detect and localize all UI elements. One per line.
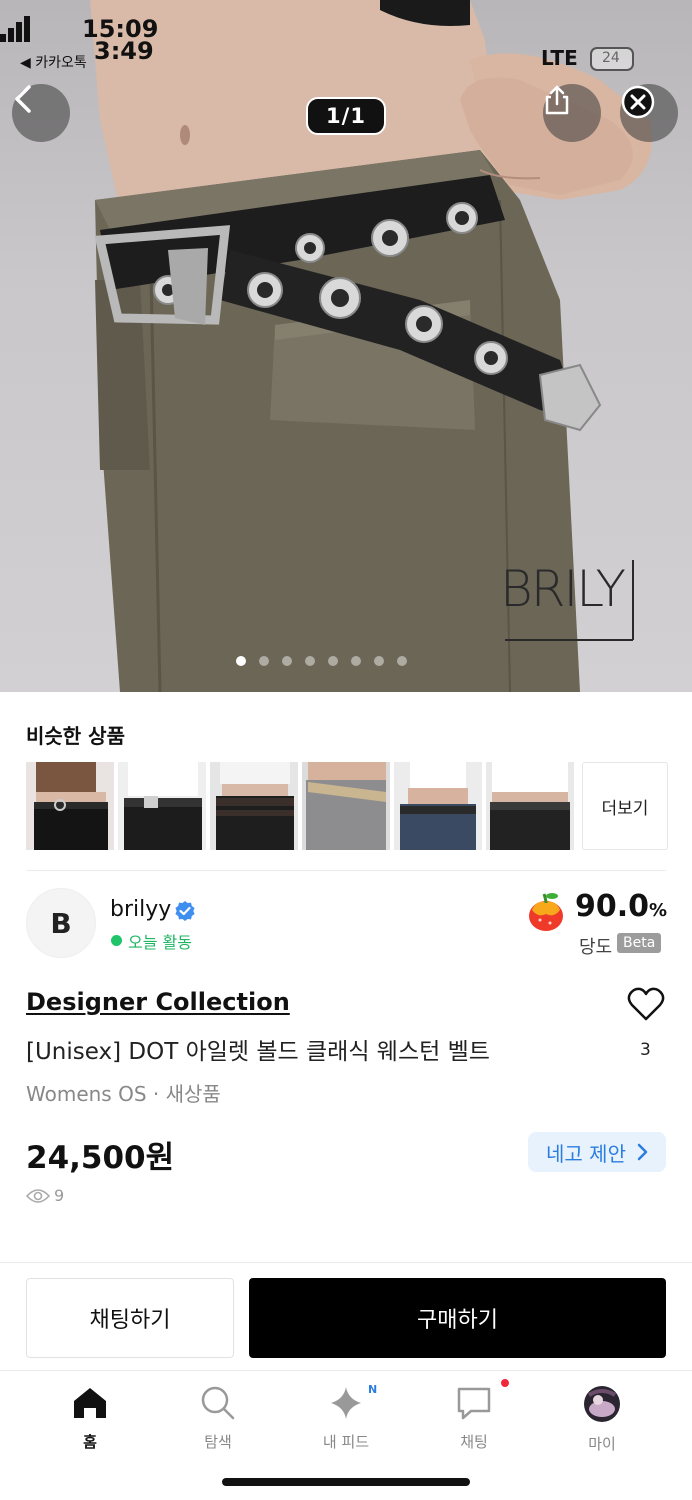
tab-label: 채팅 xyxy=(460,1433,488,1451)
tab-chat[interactable]: 채팅 xyxy=(434,1379,514,1452)
similar-product-thumb[interactable] xyxy=(26,762,114,850)
eye-icon xyxy=(26,1188,50,1203)
tab-search[interactable]: 탐색 xyxy=(178,1385,258,1452)
page-dot xyxy=(328,656,338,666)
similar-product-image xyxy=(210,762,298,850)
page-dot xyxy=(351,656,361,666)
tab-label: 마이 xyxy=(588,1435,616,1453)
sweetness-fruit-icon xyxy=(529,893,563,931)
signal-icon xyxy=(0,16,30,42)
tab-label: 탐색 xyxy=(204,1433,232,1451)
share-button[interactable] xyxy=(543,84,601,142)
chat-button[interactable]: 채팅하기 xyxy=(26,1278,234,1358)
section-divider xyxy=(26,870,666,871)
back-button[interactable] xyxy=(12,84,70,142)
price-offer-button[interactable]: 네고 제안 xyxy=(528,1132,666,1172)
brand-watermark: BRILY xyxy=(500,560,626,618)
seller-name[interactable]: brilyy xyxy=(110,897,171,922)
buy-button[interactable]: 구매하기 xyxy=(249,1278,666,1358)
sweetness-score-unit: % xyxy=(649,900,668,921)
battery-level: 24 xyxy=(602,50,620,66)
product-price: 24,500원 xyxy=(26,1140,175,1176)
tab-feed[interactable]: N 내 피드 xyxy=(306,1383,386,1452)
tab-label: 홈 xyxy=(83,1433,97,1451)
section-divider xyxy=(0,1262,692,1263)
similar-product-image xyxy=(26,762,114,850)
similar-product-thumb[interactable] xyxy=(394,762,482,850)
new-badge: N xyxy=(368,1383,378,1396)
chevron-left-icon xyxy=(15,85,31,113)
verified-badge-icon xyxy=(175,901,195,921)
image-counter: 1/1 xyxy=(306,97,386,135)
similar-product-image xyxy=(394,762,482,850)
battery-icon: 24 xyxy=(590,47,634,71)
sweetness-score-value: 90.0 xyxy=(575,889,650,924)
like-heart-icon[interactable] xyxy=(626,986,666,1022)
seller-activity-status: 오늘 활동 xyxy=(128,933,192,952)
seller-avatar[interactable]: B xyxy=(26,888,96,958)
similar-product-image xyxy=(118,762,206,850)
similar-product-image xyxy=(486,762,574,850)
back-to-app-link[interactable]: ◀ 카카오톡 xyxy=(20,52,87,72)
close-button[interactable] xyxy=(620,84,678,142)
view-count-value: 9 xyxy=(54,1186,65,1205)
profile-avatar-icon xyxy=(584,1386,620,1422)
page-dot xyxy=(305,656,315,666)
beta-badge: Beta xyxy=(617,933,662,953)
tab-my[interactable]: 마이 xyxy=(562,1385,642,1454)
similar-products-list: 더보기 xyxy=(26,762,668,850)
sparkle-icon xyxy=(331,1387,361,1419)
page-dot xyxy=(282,656,292,666)
status-time-overlay: 3:49 xyxy=(94,37,154,65)
chevron-right-icon xyxy=(637,1143,648,1161)
close-circle-icon xyxy=(621,85,655,119)
page-dot xyxy=(397,656,407,666)
product-title: [Unisex] DOT 아일렛 볼드 클래식 웨스턴 벨트 xyxy=(26,1039,490,1065)
similar-products-title: 비슷한 상품 xyxy=(26,724,125,748)
tab-home[interactable]: 홈 xyxy=(50,1385,130,1452)
product-image-viewer[interactable]: BRILY 15:09 3:49 ◀ 카카오톡 LTE 24 1/1 xyxy=(0,0,692,692)
share-icon xyxy=(545,85,569,115)
like-count: 3 xyxy=(640,1040,651,1060)
search-icon xyxy=(201,1386,235,1420)
similar-product-thumb[interactable] xyxy=(210,762,298,850)
unread-dot xyxy=(501,1379,509,1387)
collection-link[interactable]: Designer Collection xyxy=(26,988,290,1016)
similar-product-image xyxy=(302,762,390,850)
view-count: 9 xyxy=(26,1186,64,1205)
page-dot xyxy=(374,656,384,666)
page-dot xyxy=(259,656,269,666)
similar-product-thumb[interactable] xyxy=(118,762,206,850)
sweetness-label: 당도 xyxy=(579,937,613,958)
sweetness-score: 90.0% xyxy=(575,889,667,924)
page-dot-active xyxy=(236,656,246,666)
home-icon xyxy=(74,1388,106,1418)
price-offer-label: 네고 제안 xyxy=(546,1141,626,1166)
more-similar-button[interactable]: 더보기 xyxy=(582,762,668,850)
chat-icon xyxy=(457,1387,491,1420)
active-status-dot xyxy=(111,935,122,946)
product-meta: Womens OS · 새상품 xyxy=(26,1082,221,1106)
similar-product-thumb[interactable] xyxy=(486,762,574,850)
similar-product-thumb[interactable] xyxy=(302,762,390,850)
status-bar: 15:09 3:49 ◀ 카카오톡 LTE 24 xyxy=(0,14,692,74)
home-indicator xyxy=(222,1478,470,1486)
page-indicator xyxy=(236,656,407,666)
network-type: LTE xyxy=(541,46,578,70)
tab-label: 내 피드 xyxy=(322,1433,370,1451)
